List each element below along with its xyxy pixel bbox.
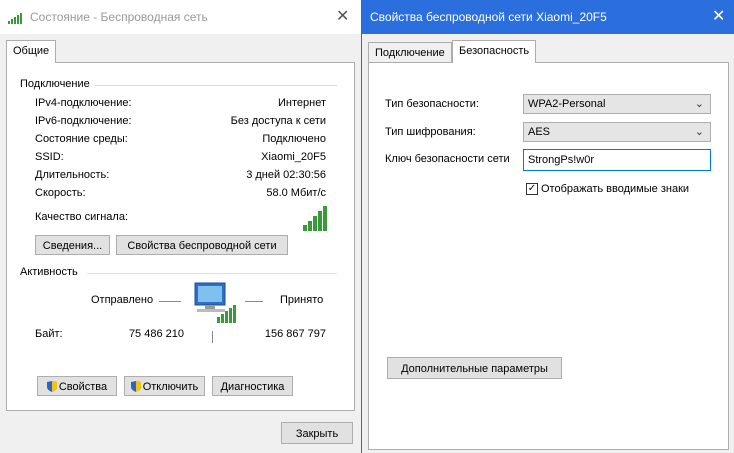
disconnect-label: Отключить	[142, 381, 199, 393]
sent-bytes: 75 486 210	[128, 328, 184, 340]
disconnect-button[interactable]: Отключить	[124, 376, 205, 396]
signal-quality-label: Качество сигнала:	[35, 211, 129, 223]
bytes-label: Байт:	[35, 328, 63, 340]
media-state-label: Состояние среды:	[35, 133, 128, 145]
status-window-title: Состояние - Беспроводная сеть	[30, 10, 208, 24]
sent-line	[159, 301, 181, 302]
received-line	[245, 301, 263, 302]
wireless-properties-titlebar: Свойства беспроводной сети Xiaomi_20F5 ✕	[362, 0, 734, 34]
security-key-label: Ключ безопасности сети	[385, 153, 510, 165]
wireless-properties-window: Свойства беспроводной сети Xiaomi_20F5 ✕…	[361, 0, 734, 453]
security-type-select[interactable]: WPA2-Personal ⌄	[523, 94, 711, 114]
encryption-type-value: AES	[528, 126, 551, 138]
close-button[interactable]: Закрыть	[281, 422, 353, 444]
ipv6-value: Без доступа к сети	[230, 115, 326, 127]
wireless-properties-label: Свойства беспроводной сети	[127, 240, 277, 252]
shield-icon	[130, 381, 141, 392]
close-icon[interactable]: ✕	[712, 6, 725, 26]
received-bytes: 156 867 797	[264, 328, 326, 340]
diagnostics-label: Диагностика	[220, 381, 285, 393]
details-button[interactable]: Сведения...	[35, 235, 110, 255]
ipv4-label: IPv4-подключение:	[35, 97, 132, 109]
show-characters-label: Отображать вводимые знаки	[541, 183, 690, 195]
security-type-value: WPA2-Personal	[528, 98, 606, 110]
status-window: Состояние - Беспроводная сеть ✕ Общие По…	[0, 0, 362, 453]
chevron-down-icon: ⌄	[694, 98, 704, 110]
tab-general[interactable]: Общие	[6, 40, 57, 63]
media-state-value: Подключено	[262, 133, 326, 145]
wireless-properties-button[interactable]: Свойства беспроводной сети	[116, 235, 288, 255]
tab-security-label: Безопасность	[459, 45, 530, 57]
tab-general-label: Общие	[13, 45, 50, 57]
diagnostics-button[interactable]: Диагностика	[212, 376, 293, 396]
close-icon[interactable]: ✕	[336, 6, 349, 26]
encryption-type-label: Тип шифрования:	[385, 126, 476, 138]
status-titlebar: Состояние - Беспроводная сеть ✕	[0, 0, 361, 34]
wifi-signal-icon	[8, 13, 22, 24]
security-type-label: Тип безопасности:	[385, 98, 479, 110]
chevron-down-icon: ⌄	[694, 126, 704, 138]
duration-label: Длительность:	[35, 169, 110, 181]
divider	[87, 273, 337, 274]
duration-value: 3 дней 02:30:56	[246, 169, 326, 181]
divider	[95, 85, 337, 86]
ipv4-value: Интернет	[278, 97, 326, 109]
shield-icon	[46, 381, 57, 392]
connection-header: Подключение	[20, 78, 90, 90]
tab-connection[interactable]: Подключение	[368, 42, 452, 63]
security-key-input[interactable]: StrongPs!w0r	[523, 149, 711, 171]
speed-label: Скорость:	[35, 187, 86, 199]
ssid-value: Xiaomi_20F5	[261, 151, 326, 163]
network-computer-icon	[194, 282, 236, 323]
sent-label: Отправлено	[91, 294, 154, 306]
advanced-settings-button[interactable]: Дополнительные параметры	[387, 357, 562, 379]
show-characters-checkbox[interactable]: ✓	[526, 183, 538, 195]
tab-security[interactable]: Безопасность	[452, 40, 537, 63]
encryption-type-select[interactable]: AES ⌄	[523, 122, 711, 142]
received-label: Принято	[280, 294, 324, 306]
tab-connection-label: Подключение	[375, 47, 445, 59]
security-panel: Тип безопасности: WPA2-Personal ⌄ Тип ши…	[368, 62, 729, 450]
advanced-settings-label: Дополнительные параметры	[401, 363, 548, 375]
properties-button[interactable]: Свойства	[37, 376, 117, 396]
bytes-separator	[212, 331, 213, 343]
properties-label: Свойства	[58, 381, 108, 393]
speed-value: 58.0 Мбит/с	[266, 187, 326, 199]
ipv6-label: IPv6-подключение:	[35, 115, 132, 127]
general-panel: Подключение IPv4-подключение: Интернет I…	[6, 62, 355, 411]
wireless-properties-title: Свойства беспроводной сети Xiaomi_20F5	[370, 10, 607, 24]
close-button-label: Закрыть	[295, 428, 339, 440]
ssid-label: SSID:	[35, 151, 64, 163]
activity-header: Активность	[20, 266, 78, 278]
security-key-value: StrongPs!w0r	[528, 154, 595, 166]
signal-strength-icon	[303, 206, 327, 231]
details-button-label: Сведения...	[42, 240, 103, 252]
